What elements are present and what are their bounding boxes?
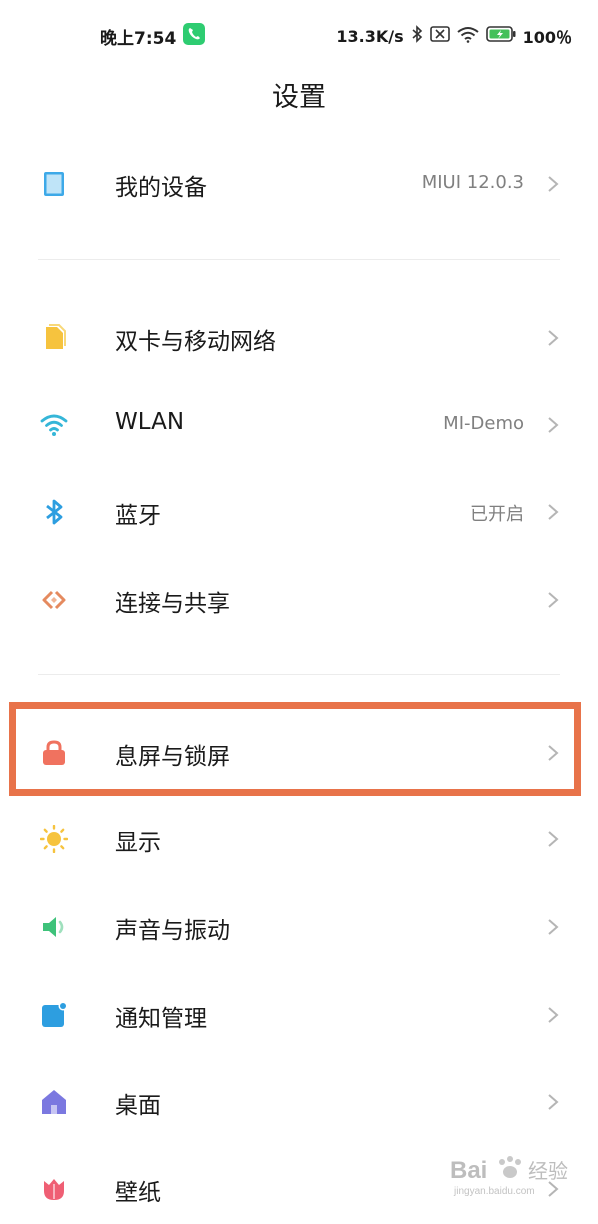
status-time: 晚上7:54 bbox=[100, 29, 177, 49]
bluetooth-icon bbox=[40, 498, 68, 526]
settings-item-sound-vibration[interactable]: 声音与振动 bbox=[0, 892, 598, 962]
settings-item-display[interactable]: 显示 bbox=[0, 804, 598, 874]
settings-item-dual-sim[interactable]: 双卡与移动网络 bbox=[0, 303, 598, 373]
sim-off-icon bbox=[429, 26, 450, 46]
status-right-group: 13.3K/s 100％ bbox=[336, 24, 572, 48]
settings-item-connection-sharing[interactable]: 连接与共享 bbox=[0, 565, 598, 635]
chevron-right-icon bbox=[546, 329, 560, 347]
home-icon bbox=[40, 1088, 68, 1116]
settings-item-label: WLAN bbox=[115, 409, 185, 435]
status-bar: 晚上7:54 13.3K/s 100％ bbox=[0, 18, 598, 52]
chevron-right-icon bbox=[546, 830, 560, 848]
bluetooth-status-icon bbox=[411, 25, 423, 47]
wifi-icon bbox=[40, 411, 68, 439]
page-title: 设置 bbox=[272, 82, 326, 113]
wifi-status-icon bbox=[456, 26, 479, 47]
svg-text:Bai: Bai bbox=[450, 1157, 487, 1184]
settings-item-my-device[interactable]: 我的设备 MIUI 12.0.3 bbox=[0, 149, 598, 219]
chevron-right-icon bbox=[546, 175, 560, 193]
settings-item-home-screen[interactable]: 桌面 bbox=[0, 1067, 598, 1137]
section-divider bbox=[38, 259, 560, 260]
sim-card-icon bbox=[40, 324, 68, 352]
settings-item-value: MIUI 12.0.3 bbox=[421, 172, 524, 193]
chevron-right-icon bbox=[546, 1093, 560, 1111]
battery-percent: 100％ bbox=[522, 28, 572, 47]
chevron-right-icon bbox=[546, 503, 560, 521]
chevron-right-icon bbox=[546, 1006, 560, 1024]
settings-item-bluetooth[interactable]: 蓝牙 已开启 bbox=[0, 477, 598, 547]
settings-item-label: 双卡与移动网络 bbox=[115, 329, 276, 355]
settings-item-label: 我的设备 bbox=[115, 175, 207, 201]
svg-text:经验: 经验 bbox=[528, 1159, 568, 1183]
highlight-box bbox=[9, 702, 581, 796]
settings-item-wlan[interactable]: WLAN MI-Demo bbox=[0, 390, 598, 460]
settings-item-value: 已开启 bbox=[470, 504, 524, 525]
settings-item-label: 声音与振动 bbox=[115, 918, 230, 944]
settings-item-label: 桌面 bbox=[115, 1093, 161, 1119]
notification-icon bbox=[40, 1001, 68, 1029]
battery-icon bbox=[485, 26, 516, 46]
tulip-icon bbox=[40, 1175, 68, 1203]
connection-sharing-icon bbox=[40, 586, 68, 614]
settings-item-label: 壁纸 bbox=[115, 1180, 161, 1206]
settings-item-label: 通知管理 bbox=[115, 1006, 207, 1032]
chevron-right-icon bbox=[546, 591, 560, 609]
section-divider bbox=[38, 674, 560, 675]
speaker-icon bbox=[40, 913, 68, 941]
svg-text:jingyan.baidu.com: jingyan.baidu.com bbox=[453, 1186, 535, 1197]
settings-item-label: 连接与共享 bbox=[115, 591, 230, 617]
watermark: Bai 经验 jingyan.baidu.com bbox=[446, 1150, 576, 1200]
settings-item-label: 蓝牙 bbox=[115, 503, 161, 529]
settings-item-label: 显示 bbox=[115, 830, 161, 856]
chevron-right-icon bbox=[546, 918, 560, 936]
settings-item-notifications[interactable]: 通知管理 bbox=[0, 980, 598, 1050]
phone-call-icon bbox=[183, 23, 205, 45]
network-speed: 13.3K/s bbox=[336, 26, 404, 46]
tablet-icon bbox=[40, 170, 68, 198]
chevron-right-icon bbox=[546, 416, 560, 434]
sun-icon bbox=[39, 824, 69, 854]
settings-item-value: MI-Demo bbox=[443, 413, 524, 434]
